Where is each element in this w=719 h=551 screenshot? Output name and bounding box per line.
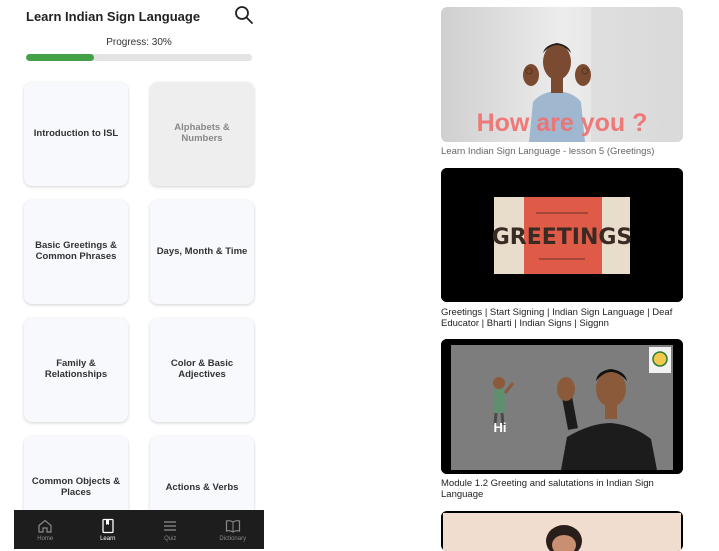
video-list: How are you ? Learn Indian Sign Language… [440, 0, 690, 551]
lesson-card-family[interactable]: Family & Relationships [24, 318, 128, 422]
app-title: Learn Indian Sign Language [26, 9, 201, 24]
progress-label: Progress: 30% [106, 37, 172, 48]
list-icon [164, 520, 177, 531]
nav-dictionary[interactable]: Dictionary [202, 510, 265, 549]
video-thumbnail-4[interactable] [441, 511, 683, 551]
video-1-caption[interactable]: Learn Indian Sign Language - lesson 5 (G… [441, 146, 686, 158]
video-1-overlay-text: How are you ? [477, 109, 648, 137]
book-icon [102, 518, 114, 533]
nav-learn[interactable]: Learn [77, 510, 140, 549]
bottom-nav: Home Learn Quiz Dictionary [14, 510, 264, 549]
lesson-card-greetings[interactable]: Basic Greetings & Common Phrases [24, 200, 128, 304]
home-icon [38, 519, 52, 533]
video-2-image: GREETINGS [441, 168, 683, 302]
nav-home[interactable]: Home [14, 510, 77, 549]
progress-fill [26, 54, 94, 61]
lesson-card-color[interactable]: Color & Basic Adjectives [150, 318, 254, 422]
video-thumbnail-1[interactable]: How are you ? [441, 7, 683, 142]
lesson-card-days[interactable]: Days, Month & Time [150, 200, 254, 304]
lesson-card-intro[interactable]: Introduction to ISL [24, 82, 128, 186]
video-thumbnail-2[interactable]: GREETINGS [441, 168, 683, 302]
video-3-image: Hi [441, 339, 683, 474]
video-4-image [441, 511, 683, 551]
video-2-caption[interactable]: Greetings | Start Signing | Indian Sign … [441, 307, 686, 330]
video-3-caption[interactable]: Module 1.2 Greeting and salutations in I… [441, 478, 686, 501]
progress-bar [26, 54, 252, 61]
app-screen: Learn Indian Sign Language Progress: 30%… [14, 0, 264, 549]
video-3-overlay-text: Hi [494, 420, 507, 435]
lesson-card-alphabets[interactable]: Alphabets & Numbers [150, 82, 254, 186]
video-2-overlay-text: GREETINGS [492, 225, 633, 250]
search-icon[interactable] [234, 5, 254, 25]
open-book-icon [225, 519, 240, 533]
nav-quiz[interactable]: Quiz [139, 510, 202, 549]
video-thumbnail-3[interactable]: Hi [441, 339, 683, 474]
video-1-image: How are you ? [441, 7, 683, 142]
